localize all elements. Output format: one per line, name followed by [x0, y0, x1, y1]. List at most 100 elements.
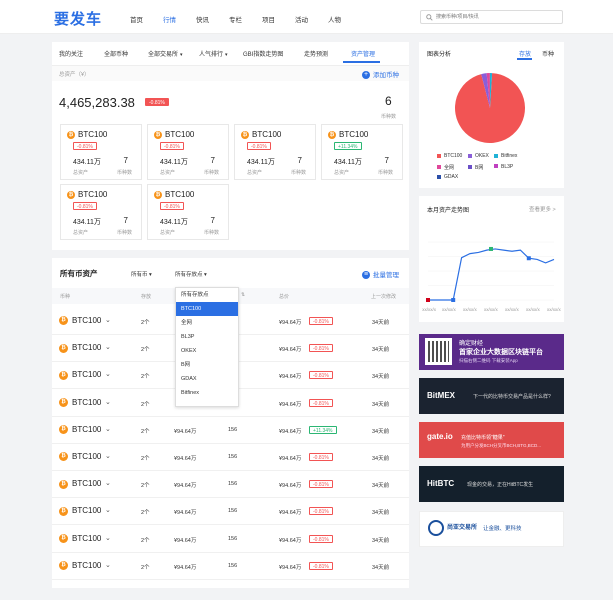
chevron-down-icon[interactable]: ⌄	[105, 534, 111, 542]
view-more-link[interactable]: 查看更多 >	[529, 205, 556, 213]
dropdown-option[interactable]: Bitfinex	[176, 386, 238, 400]
x-tick-label: xxx/xx/x	[422, 307, 437, 312]
asset-coin-count: 7	[123, 216, 128, 225]
chevron-down-icon[interactable]: ⌄	[105, 398, 111, 406]
batch-manage-button[interactable]: ≡ 批量管理	[362, 269, 399, 280]
legend-swatch	[468, 165, 472, 170]
asset-card[interactable]: ₿ BTC100 -0.81% 434.11万 7 总资产 币种数	[60, 184, 142, 240]
table-row[interactable]: ₿ BTC100 ⌄ 2个 ¥94.64万 156 ¥94.64万 -0.81% …	[52, 498, 409, 526]
asset-change-badge: -0.81%	[160, 202, 184, 210]
dropdown-option[interactable]: BTC100	[176, 302, 238, 316]
dropdown-option[interactable]: 全网	[176, 316, 238, 330]
table-row[interactable]: ₿ BTC100 ⌄ 2个 ¥94.64万 156 ¥94.64万 +11.34%…	[52, 416, 409, 444]
asset-value: 434.11万	[73, 159, 101, 166]
x-tick-label: xx/xx/x	[505, 307, 520, 312]
row-coin: ₿ BTC100	[59, 452, 101, 462]
dropdown-option[interactable]: B网	[176, 358, 238, 372]
table-row[interactable]: ₿ BTC100 ⌄ 2个 ¥94.64万 156 ¥94.64万 -0.81% …	[52, 444, 409, 471]
site-logo[interactable]: 要发车	[54, 8, 102, 29]
asset-card[interactable]: ₿ BTC100 -0.81% 434.11万 7 总资产 币种数	[147, 124, 229, 180]
dropdown-option[interactable]: GDAX	[176, 372, 238, 386]
tab-item[interactable]: 全部交易所 ▾	[148, 49, 183, 58]
legend-swatch	[437, 165, 441, 170]
ad-banner[interactable]: 尚亚交易所 让金融、更科技	[419, 511, 564, 547]
chevron-down-icon[interactable]: ⌄	[105, 370, 111, 378]
row-modified: 34天前	[372, 483, 390, 490]
table-row[interactable]: ₿ BTC100 ⌄ 2个 ¥94.64万 156 ¥94.64万 -0.81% …	[52, 471, 409, 499]
total-assets-label: 总资产（¥）	[59, 72, 90, 78]
row-total: ¥94.64万	[279, 483, 302, 490]
col-total: 总价	[279, 294, 290, 300]
plus-icon: +	[362, 71, 370, 80]
row-coin: ₿ BTC100	[59, 398, 101, 407]
chevron-down-icon[interactable]: ⌄	[105, 343, 111, 351]
chevron-down-icon[interactable]: ⌄	[105, 425, 111, 433]
tab-coin[interactable]: 币种	[542, 49, 554, 58]
legend-swatch	[494, 164, 498, 169]
nav-item[interactable]: 专栏	[229, 14, 242, 24]
ad-banner[interactable]: gate.io 充值比特币领"糖果" 为用户分发BCH分叉币BCH,BTG,BC…	[419, 422, 564, 458]
nav-item[interactable]: 项目	[262, 14, 275, 24]
row-storage: 2个	[141, 374, 150, 381]
tab-item[interactable]: GBI指数走势图	[243, 49, 283, 58]
asset-card[interactable]: ₿ BTC100 -0.81% 434.11万 7 总资产 币种数	[234, 124, 316, 180]
asset-card[interactable]: ₿ BTC100 -0.81% 434.11万 7 总资产 币种数	[147, 184, 229, 240]
asset-card[interactable]: ₿ BTC100 -0.81% 434.11万 7 总资产 币种数	[60, 124, 142, 180]
x-tick-label: xx/xx/x	[463, 307, 478, 312]
asset-card-name: ₿ BTC100	[241, 130, 282, 139]
row-modified: 34天前	[372, 374, 390, 381]
add-coin-button[interactable]: + 添加币种	[362, 69, 399, 80]
nav-item[interactable]: 行情	[163, 14, 176, 24]
ad-brand-logo: HitBTC	[427, 479, 455, 488]
nav-item[interactable]: 活动	[295, 14, 308, 24]
dropdown-option[interactable]: BL3P	[176, 330, 238, 344]
tab-storage[interactable]: 存放	[519, 49, 531, 58]
chart-analysis-title: 图表分析	[427, 52, 452, 58]
ad-banner[interactable]: 确定财经 首家企业大数据区块链平台 扫描右侧二维码 下载安装App	[419, 334, 564, 370]
table-row[interactable]: ₿ BTC100 ⌄ 2个 ¥94.64万 156 ¥94.64万 -0.81% …	[52, 552, 409, 580]
ad-banner[interactable]: HitBTC 现金的交易，正在HitBTC发生	[419, 466, 564, 502]
row-amount: 156	[228, 562, 238, 569]
nav-item[interactable]: 首页	[130, 14, 143, 24]
tab-item[interactable]: 资产管理	[351, 49, 375, 58]
chevron-down-icon[interactable]: ⌄	[105, 479, 111, 487]
row-change-badge: -0.81%	[309, 344, 333, 353]
row-storage: 2个	[141, 564, 150, 571]
search-input[interactable]	[436, 12, 556, 22]
nav-item[interactable]: 快讯	[196, 14, 209, 24]
sort-arrow-icon[interactable]: ⇅	[241, 292, 245, 298]
row-coin: ₿ BTC100	[59, 561, 101, 571]
dropdown-option[interactable]: OKEX	[176, 344, 238, 358]
search-box[interactable]	[420, 10, 563, 24]
asset-count-label: 币种数	[290, 170, 306, 176]
asset-card[interactable]: ₿ BTC100 +11.34% 434.11万 7 总资产 币种数	[321, 124, 403, 180]
storage-filter[interactable]: 所有存放点 ▾	[175, 270, 207, 278]
row-total: ¥94.64万	[279, 401, 302, 408]
asset-count-label: 币种数	[116, 170, 132, 176]
tab-item[interactable]: 我的关注	[59, 49, 83, 58]
tab-item[interactable]: 全部币种	[104, 49, 128, 58]
legend-swatch	[437, 174, 441, 179]
asset-value-label: 总资产	[334, 170, 350, 176]
btc-coin-icon: ₿	[241, 130, 249, 139]
coin-filter[interactable]: 所有币 ▾	[131, 270, 152, 278]
dropdown-option[interactable]: 所有存放点	[176, 288, 238, 302]
chevron-down-icon[interactable]: ⌄	[105, 561, 111, 569]
btc-coin-icon: ₿	[59, 425, 68, 435]
chevron-down-icon[interactable]: ⌄	[105, 506, 111, 514]
ad-banner[interactable]: BitMEX 下一代的比特币交易产品是什么样?	[419, 378, 564, 414]
chevron-down-icon[interactable]: ⌄	[105, 452, 111, 460]
asset-change-badge: -0.81%	[73, 202, 97, 210]
row-price: ¥94.64万	[174, 537, 197, 544]
nav-item[interactable]: 人物	[328, 14, 341, 24]
asset-change-badge: -0.81%	[247, 142, 271, 150]
asset-coin-count: 7	[384, 156, 389, 165]
row-change-badge: -0.81%	[309, 317, 333, 325]
row-change-badge: -0.81%	[309, 371, 333, 380]
tab-item[interactable]: 走势预测	[304, 49, 328, 58]
chevron-down-icon[interactable]: ⌄	[105, 316, 111, 324]
qr-code-icon	[425, 338, 452, 365]
tab-item[interactable]: 人气排行 ▾	[199, 49, 228, 58]
col-modified: 上一次修改	[371, 294, 397, 300]
table-row[interactable]: ₿ BTC100 ⌄ 2个 ¥94.64万 156 ¥94.64万 -0.81% …	[52, 525, 409, 553]
